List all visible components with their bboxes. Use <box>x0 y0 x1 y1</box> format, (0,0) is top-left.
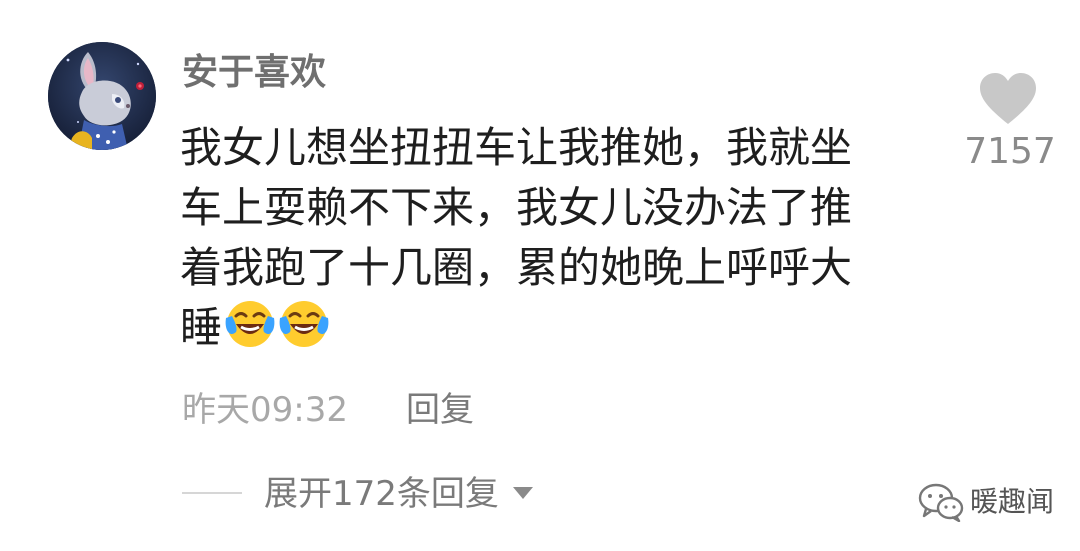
expand-replies-label: 展开172条回复 <box>264 474 499 514</box>
comment-timestamp: 昨天09:32 <box>182 390 348 430</box>
username[interactable]: 安于喜欢 <box>182 48 326 98</box>
avatar[interactable] <box>48 42 156 150</box>
comment-text: 我女儿想坐扭扭车让我推她，我就坐 车上耍赖不下来，我女儿没办法了推 着我跑了十几… <box>180 118 920 358</box>
laugh-cry-emoji <box>279 301 329 347</box>
comment-line-last: 睡 <box>180 298 920 358</box>
laugh-cry-emoji <box>225 301 275 347</box>
comment-line: 车上耍赖不下来，我女儿没办法了推 <box>180 183 853 232</box>
chevron-down-icon <box>512 487 533 499</box>
divider <box>182 492 242 494</box>
like-count: 7157 <box>964 131 1056 172</box>
reply-button[interactable]: 回复 <box>406 386 474 434</box>
avatar-image <box>48 42 156 150</box>
wechat-icon <box>918 483 964 522</box>
heart-icon[interactable] <box>978 72 1038 126</box>
watermark-text: 暖趣闻 <box>970 485 1055 518</box>
comment-line: 我女儿想坐扭扭车让我推她，我就坐 <box>180 123 853 172</box>
watermark: 暖趣闻 <box>918 480 1054 524</box>
expand-replies-button[interactable]: 展开172条回复 <box>264 470 533 518</box>
comment-line-text: 睡 <box>180 303 223 352</box>
comment-line: 着我跑了十几圈，累的她晚上呼呼大 <box>180 243 853 292</box>
